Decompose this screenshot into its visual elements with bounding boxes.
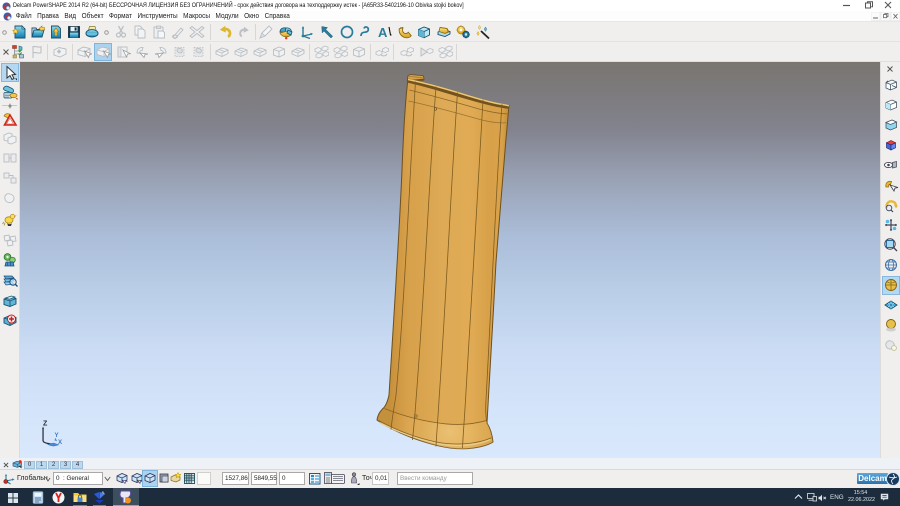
svg-text:Y: Y — [54, 432, 58, 439]
svg-text:Z: Z — [43, 420, 48, 427]
svg-text:X: X — [58, 439, 63, 446]
